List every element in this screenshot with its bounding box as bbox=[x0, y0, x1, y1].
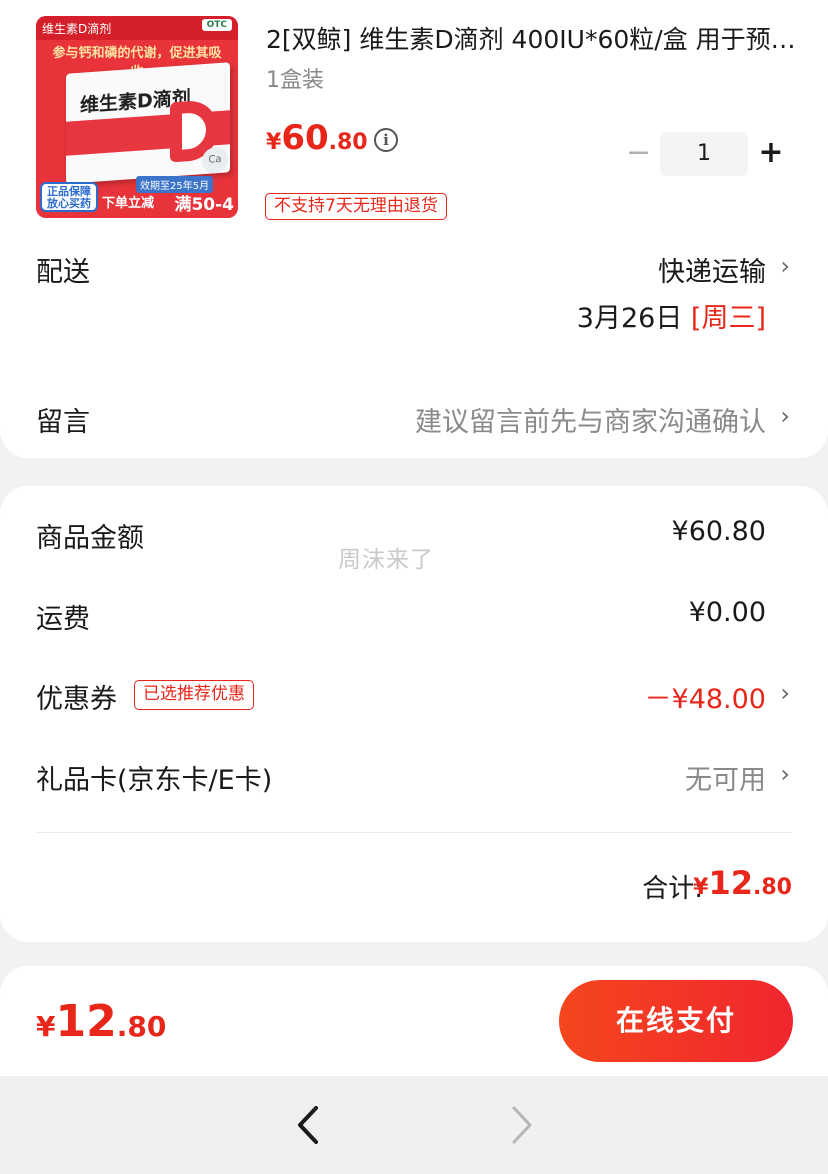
total-currency: ¥ bbox=[693, 875, 709, 900]
message-input[interactable]: 建议留言前先与商家沟通确认 bbox=[415, 400, 766, 439]
goods-amount-value: ¥60.80 bbox=[671, 516, 766, 547]
watermark-text: 周沫来了 bbox=[338, 547, 434, 573]
coupon-label: 优惠券 bbox=[36, 684, 117, 715]
total-integer: 12 bbox=[708, 864, 754, 902]
return-policy-tag: 不支持7天无理由退货 bbox=[265, 193, 447, 220]
delivery-chevron-icon[interactable]: › bbox=[780, 252, 790, 280]
delivery-weekday: [周三] bbox=[690, 303, 766, 334]
message-label: 留言 bbox=[36, 407, 90, 438]
calcium-icon: Ca bbox=[202, 146, 228, 175]
discount-label: 下单立减 bbox=[102, 196, 155, 211]
giftcard-label: 礼品卡(京东卡/E卡) bbox=[36, 765, 273, 796]
delivery-date: 3月26日 [周三] bbox=[577, 296, 766, 335]
checkout-total: ¥12.80 bbox=[36, 996, 166, 1047]
browser-nav-bar bbox=[0, 1076, 828, 1174]
back-arrow-icon[interactable] bbox=[290, 1100, 330, 1150]
quantity-decrease-button[interactable]: − bbox=[626, 138, 651, 168]
order-product-card: 维生素D滴剂 OTC 参与钙和磷的代谢，促进其吸收 维生素D滴剂 Ca 效期至2… bbox=[0, 0, 828, 458]
checkout-integer: 12 bbox=[55, 996, 117, 1047]
price-currency: ¥ bbox=[266, 130, 282, 155]
product-box-illustration: 维生素D滴剂 Ca bbox=[66, 62, 230, 184]
giftcard-value[interactable]: 无可用 bbox=[685, 758, 766, 797]
delivery-method[interactable]: 快递运输 bbox=[658, 250, 766, 289]
product-spec: 1盒装 bbox=[266, 68, 324, 93]
delivery-label: 配送 bbox=[36, 257, 90, 288]
shipping-value: ¥0.00 bbox=[688, 597, 766, 628]
total-value: ¥12.80 bbox=[693, 864, 792, 902]
pay-online-button[interactable]: 在线支付 bbox=[559, 980, 793, 1062]
product-price: ¥60.80 bbox=[266, 118, 368, 158]
quantity-stepper[interactable]: 1 bbox=[660, 132, 748, 176]
total-decimal: .80 bbox=[753, 875, 792, 900]
coupon-chevron-icon[interactable]: › bbox=[780, 679, 790, 707]
otc-badge: OTC bbox=[201, 19, 232, 31]
info-icon[interactable]: i bbox=[374, 128, 398, 152]
discount-badge: 满50-4 bbox=[174, 195, 234, 215]
price-integer: 60 bbox=[281, 118, 329, 158]
coupon-value[interactable]: －¥48.00 bbox=[645, 677, 766, 716]
giftcard-chevron-icon[interactable]: › bbox=[780, 760, 790, 788]
product-title[interactable]: 2[双鲸] 维生素D滴剂 400IU*60粒/盒 用于预防和治疗维生素D缺乏症 bbox=[266, 20, 796, 56]
forward-arrow-icon[interactable] bbox=[500, 1100, 540, 1150]
price-decimal: .80 bbox=[328, 130, 368, 155]
coupon-selected-tag: 已选推荐优惠 bbox=[134, 680, 254, 710]
checkout-decimal: .80 bbox=[116, 1010, 167, 1043]
shipping-label: 运费 bbox=[36, 604, 90, 635]
message-chevron-icon[interactable]: › bbox=[780, 402, 790, 430]
quality-badge: 正品保障 放心买药 bbox=[40, 182, 98, 212]
checkout-currency: ¥ bbox=[36, 1010, 56, 1043]
goods-amount-label: 商品金额 bbox=[36, 523, 144, 554]
summary-divider bbox=[36, 832, 792, 833]
quantity-increase-button[interactable]: + bbox=[756, 138, 786, 168]
product-thumbnail[interactable]: 维生素D滴剂 OTC 参与钙和磷的代谢，促进其吸收 维生素D滴剂 Ca 效期至2… bbox=[36, 16, 238, 218]
delivery-date-text: 3月26日 bbox=[576, 303, 683, 334]
